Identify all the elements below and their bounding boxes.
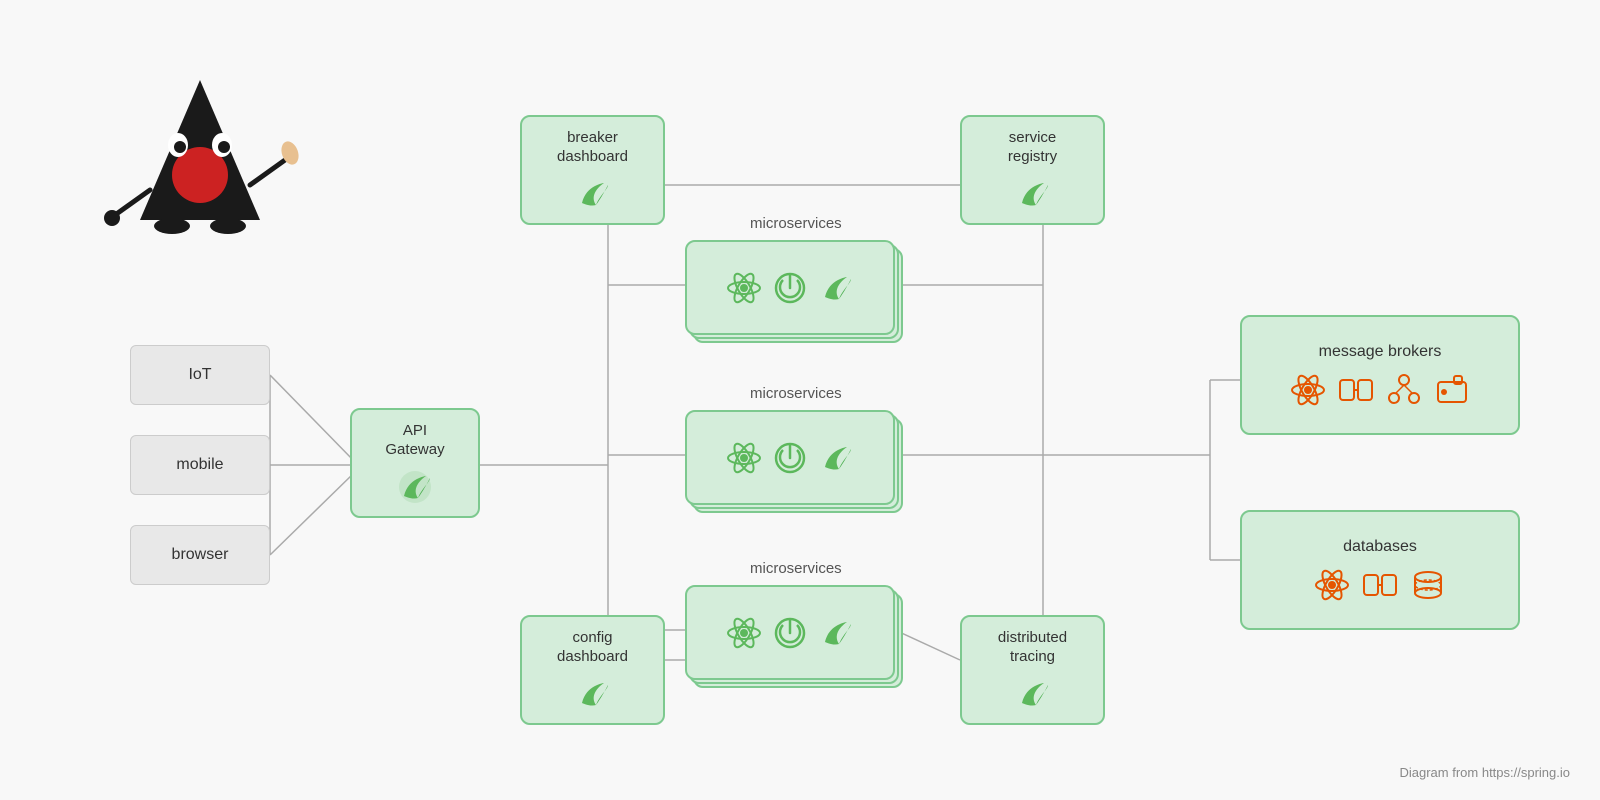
- config-dashboard-box: configdashboard: [520, 615, 665, 725]
- api-gateway-icons: [396, 468, 434, 506]
- spring-leaf-icon: [1014, 175, 1052, 213]
- microservices-label-3: microservices: [750, 560, 842, 577]
- spring-leaf-icon: [818, 615, 854, 651]
- spring-leaf-icon: [1014, 675, 1052, 713]
- config-dashboard-icons: [574, 675, 612, 713]
- breaker-dashboard-title: breakerdashboard: [557, 128, 628, 167]
- attribution: Diagram from https://spring.io: [1399, 765, 1570, 780]
- service-registry-title: serviceregistry: [1008, 128, 1057, 167]
- power-icon: [772, 440, 808, 476]
- spring-leaf-icon: [574, 175, 612, 213]
- atom-icon: [726, 615, 762, 651]
- distributed-tracing-box: distributedtracing: [960, 615, 1105, 725]
- databases-icons: [1314, 567, 1446, 603]
- api-gateway-box: APIGateway: [350, 408, 480, 518]
- microservices-label-2: microservices: [750, 385, 842, 402]
- rabbitmq-icon: [1434, 372, 1470, 408]
- atom-icon: [1290, 372, 1326, 408]
- spring-leaf-icon: [396, 468, 434, 506]
- power-icon: [772, 270, 808, 306]
- atom-icon: [726, 270, 762, 306]
- api-gateway-title: APIGateway: [385, 421, 444, 460]
- microservices-label-1: microservices: [750, 215, 842, 232]
- mascot: [100, 60, 300, 260]
- spring-leaf-icon: [818, 440, 854, 476]
- breaker-dashboard-icons: [574, 175, 612, 213]
- service-registry-box: serviceregistry: [960, 115, 1105, 225]
- message-brokers-title: message brokers: [1319, 342, 1442, 363]
- message-brokers-box: message brokers: [1240, 315, 1520, 435]
- distributed-tracing-icons: [1014, 675, 1052, 713]
- breaker-dashboard-box: breakerdashboard: [520, 115, 665, 225]
- jpa-icon: [1362, 567, 1398, 603]
- message-brokers-icons: [1290, 372, 1470, 408]
- spring-leaf-icon: [818, 270, 854, 306]
- distributed-tracing-title: distributedtracing: [998, 628, 1067, 667]
- service-registry-icons: [1014, 175, 1052, 213]
- databases-title: databases: [1343, 537, 1417, 558]
- activemq-icon: [1338, 372, 1374, 408]
- kafka-icon: [1386, 372, 1422, 408]
- client-browser: browser: [130, 525, 270, 585]
- config-dashboard-title: configdashboard: [557, 628, 628, 667]
- atom-icon: [726, 440, 762, 476]
- client-mobile: mobile: [130, 435, 270, 495]
- databases-box: databases: [1240, 510, 1520, 630]
- spring-leaf-icon: [574, 675, 612, 713]
- atom-icon: [1314, 567, 1350, 603]
- database-icon: [1410, 567, 1446, 603]
- diagram-container: IoT mobile browser APIGateway breakerdas…: [0, 0, 1600, 800]
- client-iot: IoT: [130, 345, 270, 405]
- power-icon: [772, 615, 808, 651]
